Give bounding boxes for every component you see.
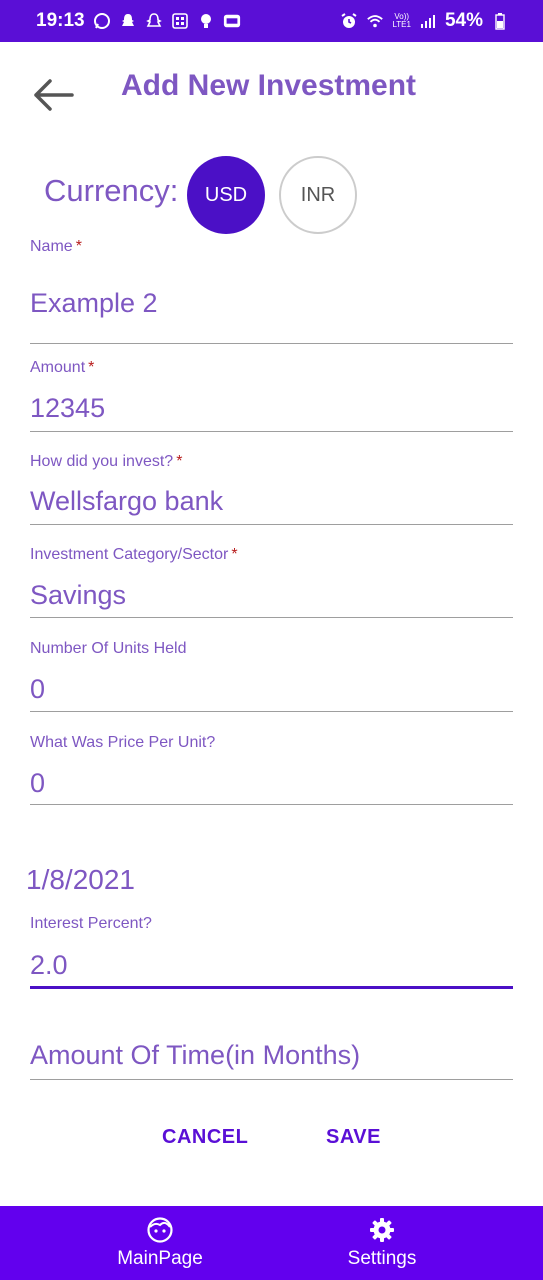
category-field[interactable]: Investment Category/Sector * Savings xyxy=(30,546,513,620)
status-left: 19:13 xyxy=(36,10,241,32)
units-input[interactable]: 0 xyxy=(30,674,45,705)
status-bar: 19:13 Vo)) LTE1 54% xyxy=(0,0,543,42)
interest-input[interactable]: 2.0 xyxy=(30,950,68,981)
price-underline xyxy=(30,804,513,805)
nav-label-settings: Settings xyxy=(347,1248,417,1269)
gear-icon xyxy=(370,1218,394,1242)
category-label-text: Investment Category/Sector xyxy=(30,546,229,563)
battery-percent: 54% xyxy=(444,10,483,31)
battery-icon xyxy=(491,12,509,30)
arrow-left-icon xyxy=(34,79,74,111)
interest-underline xyxy=(30,986,513,989)
required-marker: * xyxy=(75,238,82,255)
volte-icon: Vo)) LTE1 xyxy=(392,13,411,29)
date-picker-value[interactable]: 1/8/2021 xyxy=(26,864,135,896)
required-marker: * xyxy=(231,546,238,563)
currency-label: Currency: xyxy=(44,173,179,208)
required-marker: * xyxy=(88,359,95,376)
lightbulb-icon xyxy=(197,12,215,30)
currency-usd-button[interactable]: USD xyxy=(187,156,265,234)
how-invested-label-text: How did you invest? xyxy=(30,453,174,470)
bottom-navigation: MainPage Settings xyxy=(0,1206,543,1280)
time-underline xyxy=(30,1079,513,1080)
price-field[interactable]: What Was Price Per Unit? 0 xyxy=(30,734,513,808)
status-time: 19:13 xyxy=(36,10,85,31)
name-underline xyxy=(30,343,513,344)
price-label: What Was Price Per Unit? xyxy=(30,734,216,751)
page-title: Add New Investment xyxy=(121,69,417,102)
whatsapp-icon xyxy=(93,12,111,30)
units-label: Number Of Units Held xyxy=(30,640,187,657)
name-input[interactable]: Example 2 xyxy=(30,288,158,319)
snapchat-icon xyxy=(145,12,163,30)
how-invested-input[interactable]: Wellsfargo bank xyxy=(30,486,223,517)
amount-label: Amount * xyxy=(30,359,513,377)
snapchat-icon xyxy=(119,12,137,30)
app-icon xyxy=(223,12,241,30)
category-input[interactable]: Savings xyxy=(30,580,126,611)
how-invested-field[interactable]: How did you invest? * Wellsfargo bank xyxy=(30,453,513,527)
back-button[interactable] xyxy=(30,72,76,118)
category-underline xyxy=(30,617,513,618)
amount-input[interactable]: 12345 xyxy=(30,393,105,424)
price-input[interactable]: 0 xyxy=(30,768,45,799)
interest-label: Interest Percent? xyxy=(30,915,152,932)
signal-icon xyxy=(419,12,437,30)
volte-bottom-label: LTE1 xyxy=(392,20,411,29)
nav-item-mainpage[interactable]: MainPage xyxy=(80,1206,240,1280)
nav-label-mainpage: MainPage xyxy=(117,1248,203,1269)
cancel-button[interactable]: CANCEL xyxy=(162,1126,248,1149)
wifi-icon xyxy=(366,12,384,30)
required-marker: * xyxy=(176,453,183,470)
status-right: Vo)) LTE1 54% xyxy=(340,10,509,32)
face-icon xyxy=(147,1217,173,1243)
alarm-icon xyxy=(340,12,358,30)
units-underline xyxy=(30,711,513,712)
category-label: Investment Category/Sector * xyxy=(30,546,513,564)
name-field[interactable]: Name * Example 2 xyxy=(30,238,513,346)
units-field[interactable]: Number Of Units Held 0 xyxy=(30,640,513,714)
amount-underline xyxy=(30,431,513,432)
amount-label-text: Amount xyxy=(30,359,86,376)
currency-inr-button[interactable]: INR xyxy=(279,156,357,234)
amount-field[interactable]: Amount * 12345 xyxy=(30,359,513,433)
time-field[interactable]: Amount Of Time(in Months) xyxy=(30,1040,513,1082)
nav-item-settings[interactable]: Settings xyxy=(302,1206,462,1280)
how-invested-underline xyxy=(30,524,513,525)
app-grid-icon xyxy=(171,12,189,30)
how-invested-label: How did you invest? * xyxy=(30,453,513,471)
save-button[interactable]: SAVE xyxy=(326,1126,381,1149)
interest-field[interactable]: Interest Percent? 2.0 xyxy=(30,915,513,991)
name-label: Name * xyxy=(30,238,513,256)
name-label-text: Name xyxy=(30,238,73,255)
time-input-placeholder[interactable]: Amount Of Time(in Months) xyxy=(30,1040,360,1071)
